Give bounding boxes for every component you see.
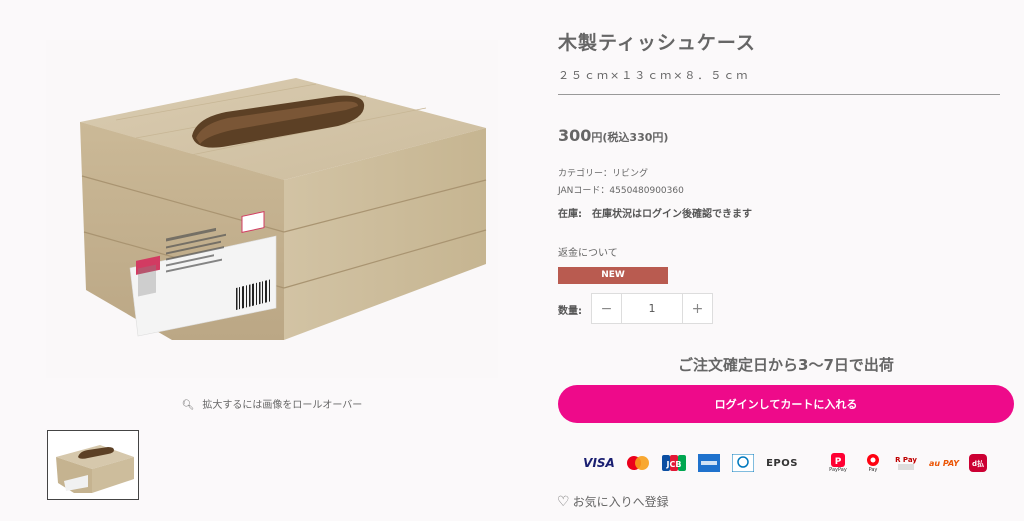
product-title: 木製ティッシュケース xyxy=(558,32,756,54)
product-price: 300円(税込330円) xyxy=(558,126,668,145)
divider xyxy=(558,94,1000,95)
product-size: ２５ｃｍ×１３ｃｍ×８．５ｃｍ xyxy=(558,69,750,82)
quantity-stepper: − + xyxy=(591,293,713,324)
new-badge: NEW xyxy=(558,267,668,284)
tissue-box-thumbnail-image xyxy=(56,445,134,493)
product-thumbnail[interactable] xyxy=(47,430,139,500)
tissue-box-image xyxy=(80,78,487,340)
quantity-input[interactable] xyxy=(622,294,682,323)
paypay-icon: P PayPay xyxy=(827,450,849,476)
shipping-estimate: ご注文確定日から3〜7日で出荷 xyxy=(678,356,894,374)
svg-text:P: P xyxy=(835,457,842,467)
payment-methods: VISA JCB EPOS P PayPay Pay R Pay au PAY … xyxy=(575,450,1005,478)
price-tax-included: (税込330円) xyxy=(602,131,669,144)
visa-icon: VISA xyxy=(583,456,615,470)
merpay-icon: Pay xyxy=(863,450,883,476)
favorite-label: お気に入りへ登録 xyxy=(572,495,669,509)
au-pay-icon: au PAY xyxy=(928,458,960,468)
zoom-hint-text: 拡大するには画像をロールオーバー xyxy=(202,400,363,411)
diners-icon xyxy=(731,450,755,476)
product-jan-code: JANコード：4550480900360 xyxy=(558,186,684,196)
rakuten-pay-icon: R Pay xyxy=(895,450,917,476)
minus-icon: − xyxy=(600,300,613,317)
quantity-label: 数量: xyxy=(558,306,582,317)
product-category: カテゴリー：リビング xyxy=(558,169,649,179)
amex-icon xyxy=(697,450,721,476)
quantity-decrease-button[interactable]: − xyxy=(592,294,622,323)
refund-link[interactable]: 返金について xyxy=(558,244,618,259)
plus-icon: + xyxy=(691,300,704,317)
svg-text:d払: d払 xyxy=(972,459,984,468)
heart-icon: ♡ xyxy=(557,493,570,510)
svg-text:JCB: JCB xyxy=(666,460,682,469)
zoom-hint: 🔍︎ 拡大するには画像をロールオーバー xyxy=(46,396,498,411)
d-barai-icon: d払 xyxy=(967,450,989,476)
price-amount: 300 xyxy=(558,126,592,145)
stock-status: 在庫: 在庫状況はログイン後確認できます xyxy=(558,205,752,220)
quantity-increase-button[interactable]: + xyxy=(682,294,712,323)
mastercard-icon xyxy=(625,450,651,476)
jcb-icon: JCB xyxy=(661,450,687,476)
add-to-favorites-link[interactable]: ♡ お気に入りへ登録 xyxy=(557,493,669,510)
magnifier-icon: 🔍︎ xyxy=(181,400,195,411)
stock-value: 在庫状況はログイン後確認できます xyxy=(592,209,752,220)
price-currency: 円 xyxy=(591,131,603,144)
epos-icon: EPOS xyxy=(766,457,798,469)
product-main-image[interactable] xyxy=(46,40,498,378)
stock-label: 在庫: xyxy=(558,209,582,220)
login-add-to-cart-button[interactable]: ログインしてカートに入れる xyxy=(558,385,1014,423)
